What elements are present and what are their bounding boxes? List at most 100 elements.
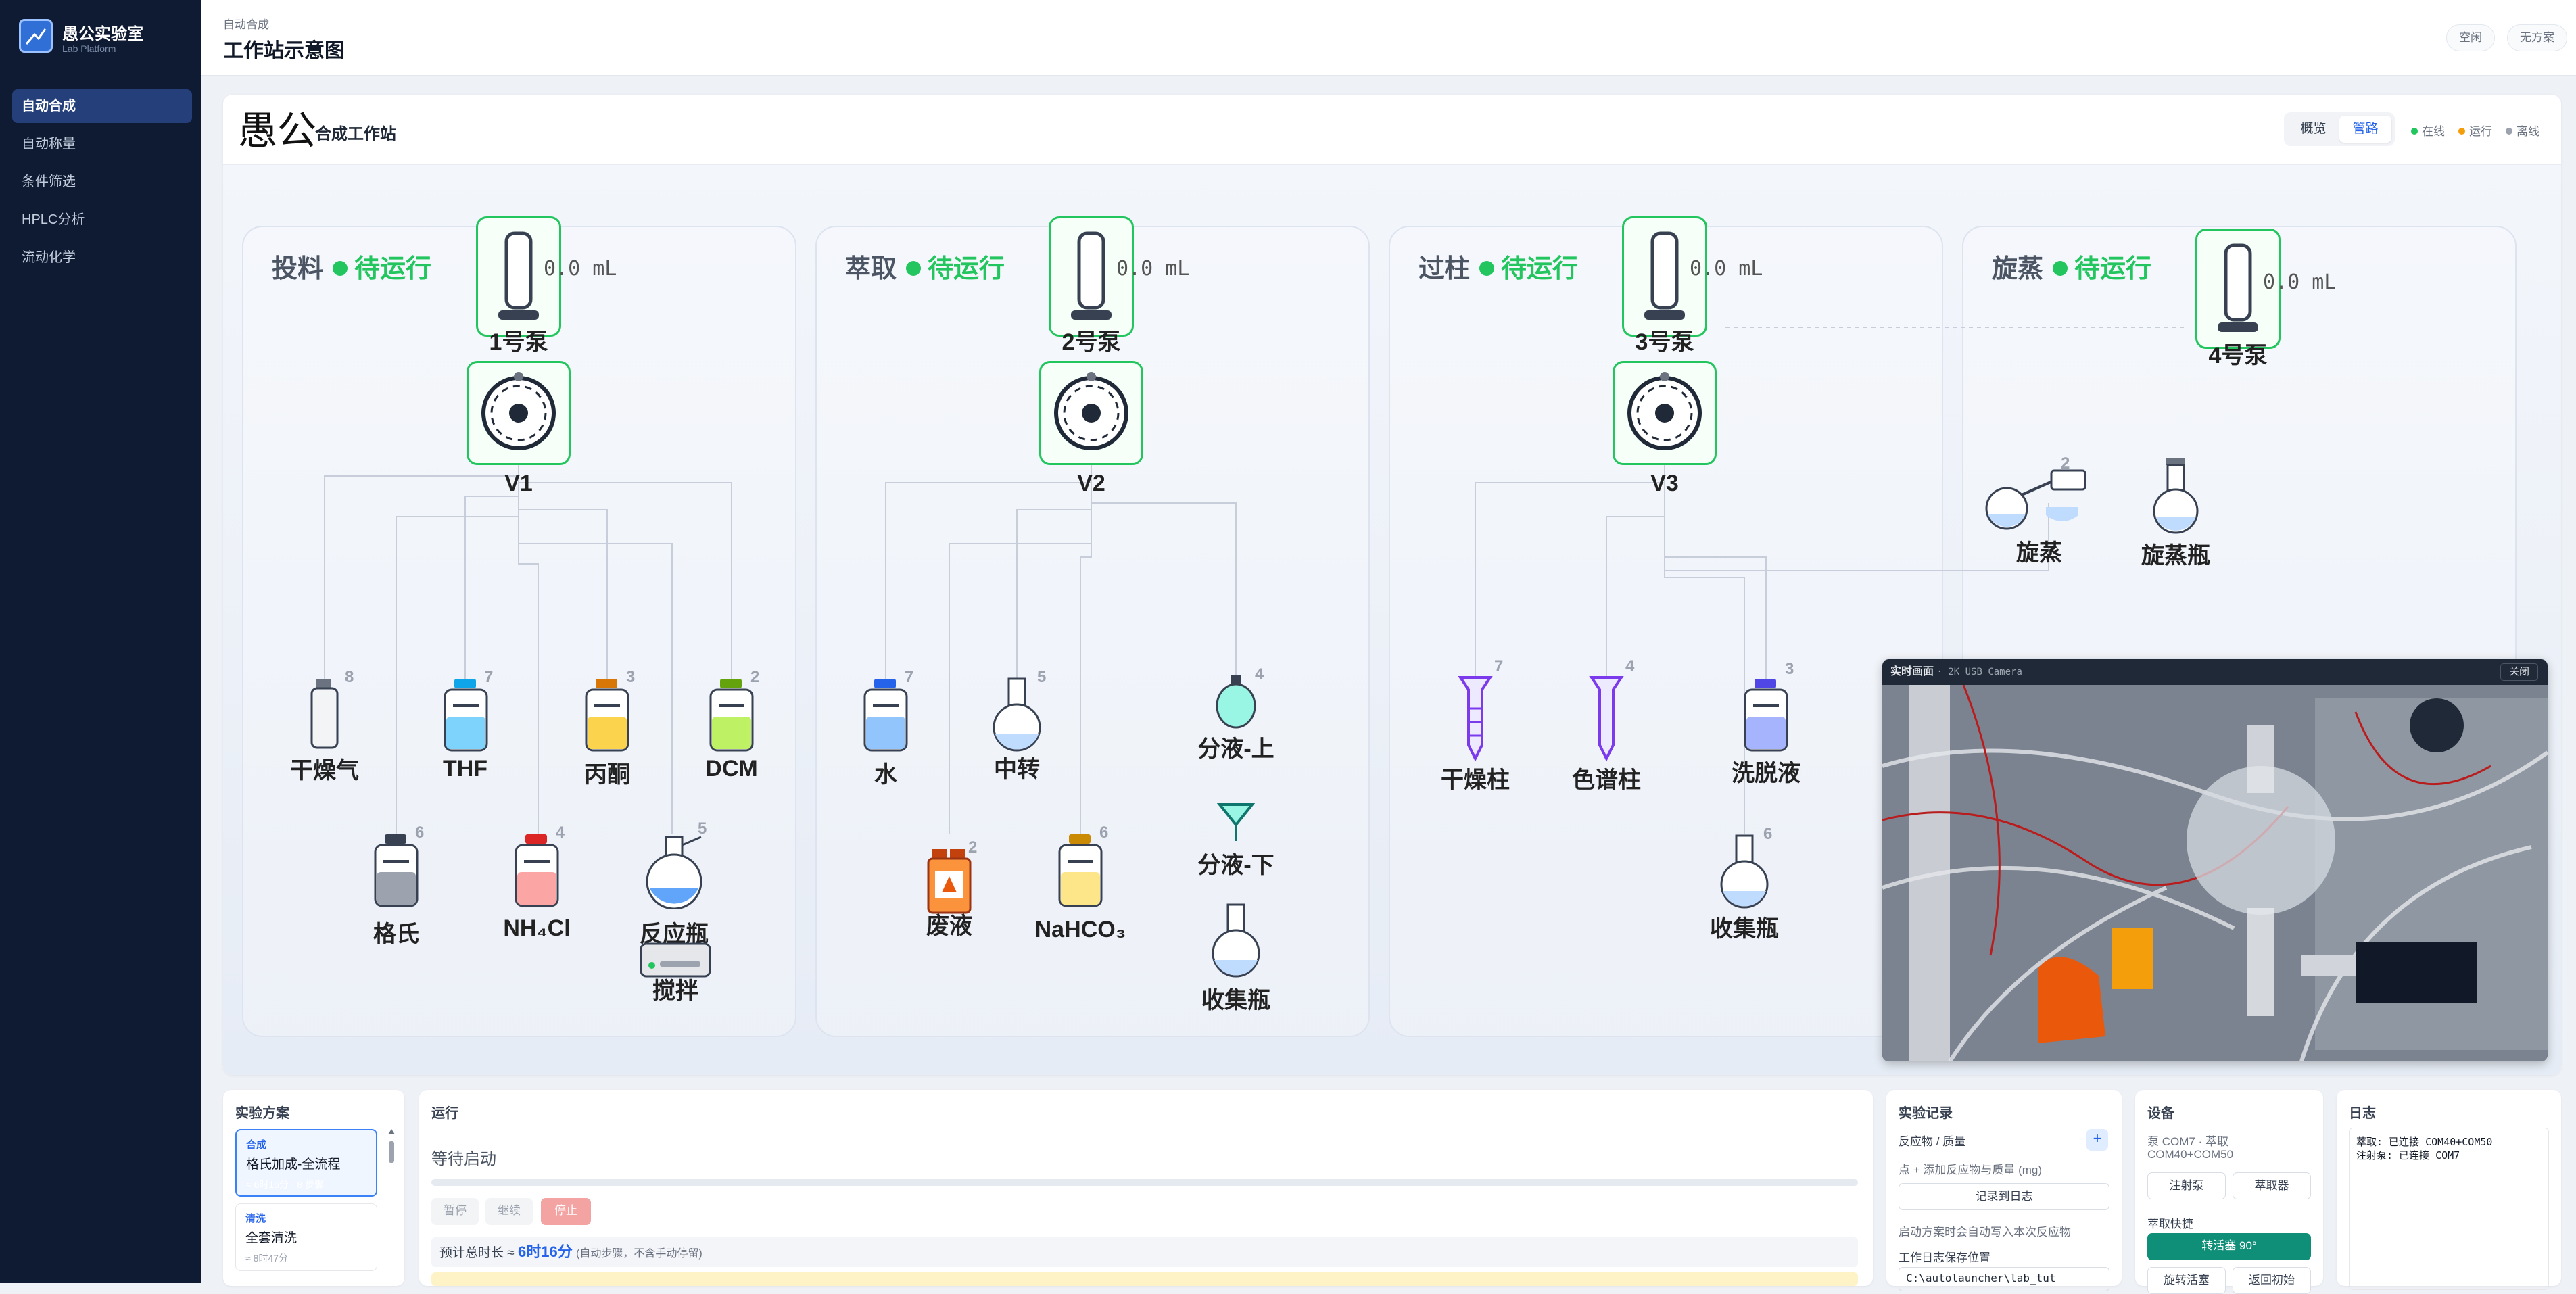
- sidebar-nav: 自动合成 自动称量 条件筛选 HPLC分析 流动化学: [12, 89, 192, 279]
- collection-flask-icon[interactable]: [1717, 834, 1771, 910]
- collection-flask-icon[interactable]: [1209, 903, 1263, 979]
- plan-meta: ≈ 6时16分 · 8 步骤: [246, 1179, 325, 1190]
- log-panel: 日志 萃取: 已连接 COM40+COM50 注射泵: 已连接 COM7: [2337, 1090, 2561, 1290]
- port-number: 7: [484, 668, 494, 686]
- reagent-bottle-icon[interactable]: [513, 833, 560, 909]
- sidebar-item-auto-synthesis[interactable]: 自动合成: [12, 89, 192, 123]
- save-location-label: 工作日志保存位置: [1899, 1251, 1990, 1264]
- pump-4-volume: 0.0 mL: [2263, 270, 2337, 294]
- pump-1-label: 1号泵: [489, 329, 548, 355]
- legend-offline: 离线: [2506, 122, 2539, 139]
- port-number: 2: [750, 668, 760, 686]
- reagent-bottle-icon[interactable]: [583, 677, 631, 753]
- port-number: 6: [415, 823, 425, 842]
- drying-column-icon[interactable]: [1458, 675, 1493, 763]
- add-reactant-button[interactable]: +: [2086, 1129, 2108, 1151]
- valve-v2[interactable]: [1039, 361, 1143, 465]
- port-number: 3: [626, 668, 636, 686]
- vessel-thf-label: THF: [442, 756, 488, 782]
- run-step-banner: [431, 1272, 1858, 1286]
- vessel-dry-gas-label: 干燥气: [290, 758, 359, 784]
- gas-cylinder-icon[interactable]: [308, 677, 342, 752]
- valve-v3-label: V3: [1650, 471, 1679, 496]
- reactant-label: 反应物 / 质量: [1899, 1135, 1966, 1148]
- workstation-header: 愚公 合成工作站 概览 管路 在线 运行 离线: [223, 95, 2561, 165]
- devices-panel: 设备 泵 COM7 · 萃取 COM40+COM50 注射泵 萃取器 萃取快捷 …: [2135, 1090, 2323, 1294]
- records-panel: 实验记录 反应物 / 质量 + 点 + 添加反应物与质量 (mg) 记录到日志 …: [1886, 1090, 2122, 1291]
- tab-overview[interactable]: 概览: [2287, 116, 2339, 143]
- plan-item-selected[interactable]: 合成 格氏加成-全流程 ≈ 6时16分 · 8 步骤: [235, 1129, 377, 1197]
- rotate-valve-button[interactable]: 旋转活塞: [2147, 1267, 2226, 1294]
- vessel-collect1-label: 收集瓶: [1201, 988, 1270, 1013]
- chromatography-column-icon[interactable]: [1589, 675, 1624, 763]
- pump-3-label: 3号泵: [1635, 329, 1694, 355]
- port-number: 7: [1494, 657, 1504, 675]
- reagent-bottle-icon[interactable]: [442, 677, 490, 753]
- stop-button[interactable]: 停止: [541, 1198, 591, 1225]
- port-number: 2: [2061, 454, 2070, 473]
- plan-item[interactable]: 清洗 全套清洗 ≈ 8时47分: [235, 1203, 377, 1271]
- workstation-logo: 愚公: [238, 107, 317, 153]
- reagent-bottle-icon[interactable]: [708, 677, 755, 753]
- rotary-evaporator-icon[interactable]: [1981, 460, 2089, 534]
- vessel-grignard-label: 格氏: [373, 921, 419, 947]
- log-line: 注射泵: 已连接 COM7: [2356, 1149, 2460, 1161]
- log-output: 萃取: 已连接 COM40+COM50 注射泵: 已连接 COM7: [2349, 1128, 2549, 1290]
- reagent-bottle-icon[interactable]: [862, 677, 909, 753]
- save-path-input[interactable]: C:\autolauncher\lab_tut: [1899, 1267, 2109, 1291]
- vessel-dry-col-label: 干燥柱: [1441, 767, 1510, 793]
- sidebar-item-auto-weighing[interactable]: 自动称量: [12, 127, 192, 161]
- valve-v3[interactable]: [1613, 361, 1717, 465]
- port-number: 2: [968, 838, 978, 857]
- camera-close-button[interactable]: 关闭: [2500, 663, 2538, 681]
- flask-icon[interactable]: [990, 677, 1044, 753]
- port-number: 8: [345, 668, 354, 686]
- topbar: 自动合成 工作站示意图 空闲 无方案: [201, 0, 2576, 76]
- stir-label: 搅拌: [652, 978, 698, 1004]
- log-record-button[interactable]: 记录到日志: [1899, 1183, 2109, 1210]
- brand-logo-icon: [19, 19, 53, 53]
- plan-tag: 清洗: [245, 1213, 266, 1224]
- funnel-outlet-icon[interactable]: [1217, 802, 1255, 844]
- extractor-button[interactable]: 萃取器: [2233, 1172, 2311, 1199]
- view-toggle: 概览 管路: [2284, 112, 2395, 146]
- reagent-bottle-icon[interactable]: [373, 833, 420, 909]
- brand-title: 愚公实验室: [62, 25, 143, 43]
- device-info-1: 泵 COM7 · 萃取: [2147, 1135, 2228, 1148]
- breadcrumb[interactable]: 自动合成: [223, 15, 269, 32]
- vessel-chrom-col-label: 色谱柱: [1572, 767, 1641, 793]
- rotavap-flask-icon[interactable]: [2149, 457, 2203, 535]
- tab-piping[interactable]: 管路: [2339, 116, 2391, 143]
- reagent-bottle-icon[interactable]: [1742, 677, 1790, 753]
- vessel-eluent-label: 洗脱液: [1732, 761, 1800, 786]
- run-progress-bar: [431, 1179, 1858, 1186]
- camera-feed-image: [1882, 685, 2548, 1061]
- reagent-bottle-icon[interactable]: [1057, 833, 1104, 909]
- run-estimate: 预计总时长 ≈ 6时16分 (自动步骤，不含手动停留): [431, 1237, 1858, 1267]
- rotate-stopcock-button[interactable]: 转活塞 90°: [2147, 1233, 2311, 1260]
- sidebar-item-hplc[interactable]: HPLC分析: [12, 203, 192, 237]
- plan-title: 实验方案: [235, 1106, 289, 1121]
- plan-name: 格氏加成-全流程: [246, 1157, 341, 1172]
- plan-scrollbar[interactable]: [387, 1128, 396, 1249]
- waste-container-icon[interactable]: [926, 848, 973, 915]
- pump-3-volume: 0.0 mL: [1690, 257, 1763, 281]
- sidebar-item-flow-chemistry[interactable]: 流动化学: [12, 241, 192, 274]
- port-number: 4: [1255, 665, 1264, 684]
- sidebar-item-condition-screening[interactable]: 条件筛选: [12, 165, 192, 199]
- port-number: 5: [1037, 668, 1047, 686]
- valve-v1[interactable]: [467, 361, 571, 465]
- separatory-funnel-icon[interactable]: [1214, 673, 1258, 730]
- vessel-dcm-label: DCM: [705, 756, 758, 782]
- syringe-pump-button[interactable]: 注射泵: [2147, 1172, 2226, 1199]
- camera-panel[interactable]: 实时画面 · 2K USB Camera 关闭: [1882, 659, 2548, 1061]
- reset-button[interactable]: 返回初始: [2233, 1267, 2311, 1294]
- port-number: 4: [1625, 657, 1635, 675]
- round-flask-icon[interactable]: [640, 834, 708, 909]
- resume-button[interactable]: 继续: [485, 1198, 533, 1225]
- pause-button[interactable]: 暂停: [431, 1198, 479, 1225]
- port-number: 6: [1099, 823, 1109, 842]
- zone-label-extraction: 萃取 待运行: [845, 255, 1005, 283]
- vessel-rotavap-label: 旋蒸: [2016, 540, 2062, 566]
- vessel-waste-label: 废液: [926, 913, 972, 939]
